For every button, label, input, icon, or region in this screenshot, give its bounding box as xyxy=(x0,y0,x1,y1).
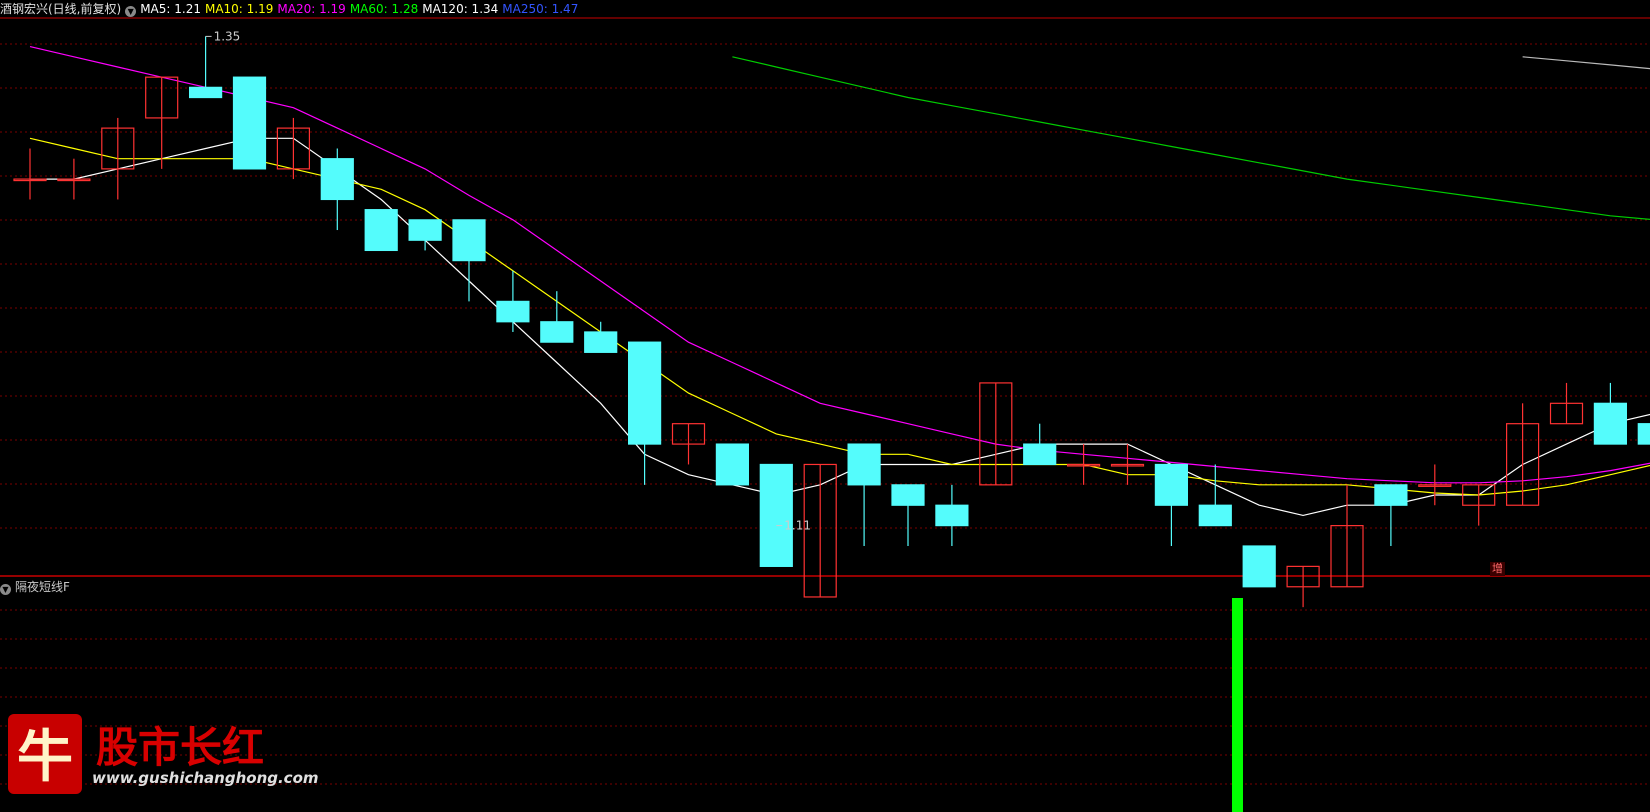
candle-body xyxy=(189,86,223,99)
ma-line-ma10 xyxy=(29,137,1650,496)
ma-line-ma20 xyxy=(29,46,1650,484)
brand-name: 股市长红 xyxy=(96,723,264,772)
candle-body xyxy=(1198,504,1232,527)
ma-line-ma5 xyxy=(30,137,1650,517)
ma-legend-item: MA20: 1.19 xyxy=(277,2,346,16)
logo-char: 牛 xyxy=(17,724,73,790)
candle-body xyxy=(715,443,750,486)
candle-body xyxy=(1637,423,1650,445)
ma-legend: MA5: 1.21 MA10: 1.19 MA20: 1.19 MA60: 1.28 M… xyxy=(140,2,582,16)
ma-line-ma60 xyxy=(732,56,1650,221)
candle-body xyxy=(935,504,969,527)
candle-body xyxy=(1023,443,1057,466)
candle-body xyxy=(1374,484,1408,506)
candle-body xyxy=(496,300,530,323)
chart-title: 酒钢宏兴(日线,前复权) xyxy=(0,2,122,16)
ma-legend-item: MA60: 1.28 xyxy=(349,2,419,16)
candle-body xyxy=(847,443,881,486)
candle-body xyxy=(540,321,574,343)
ma-legend-item: MA5: 1.21 xyxy=(140,2,201,16)
candle-body xyxy=(408,219,442,241)
candle-body xyxy=(452,219,486,262)
brand-url: www.gushichanghong.com xyxy=(92,769,319,787)
ma-legend-item: MA120: 1.34 xyxy=(422,2,499,16)
candle-body xyxy=(891,484,925,506)
candle-body xyxy=(1242,545,1276,588)
dropdown-icon[interactable]: ▼ xyxy=(0,584,11,595)
ma-line-ma120 xyxy=(1522,56,1650,70)
dropdown-icon[interactable]: ▼ xyxy=(125,6,137,17)
candle-body xyxy=(232,76,267,170)
candle-body xyxy=(364,209,398,252)
low-label: 1.11 xyxy=(784,519,811,533)
sub-panel-title: 隔夜短线F xyxy=(15,580,70,594)
high-label: 1.35 xyxy=(214,29,241,43)
candle-body xyxy=(320,158,354,201)
candle-body xyxy=(584,331,618,353)
signal-bar xyxy=(1232,598,1243,812)
candle-body xyxy=(627,341,662,445)
sub-panel-legend: ▼ 隔夜短线F xyxy=(0,579,70,595)
ma-legend-item: MA250: 1.47 xyxy=(502,2,579,16)
kline-chart[interactable]: 1.35 1.11 xyxy=(0,0,1650,812)
candle-body xyxy=(759,463,793,567)
signal-marker: 增 xyxy=(1490,562,1505,576)
chart-legend: 酒钢宏兴(日线,前复权) ▼ MA5: 1.21 MA10: 1.19 MA20: 1.… xyxy=(0,1,586,17)
ma-legend-item: MA10: 1.19 xyxy=(204,2,274,16)
candle-body xyxy=(1154,463,1189,506)
candle-body xyxy=(1593,402,1628,445)
